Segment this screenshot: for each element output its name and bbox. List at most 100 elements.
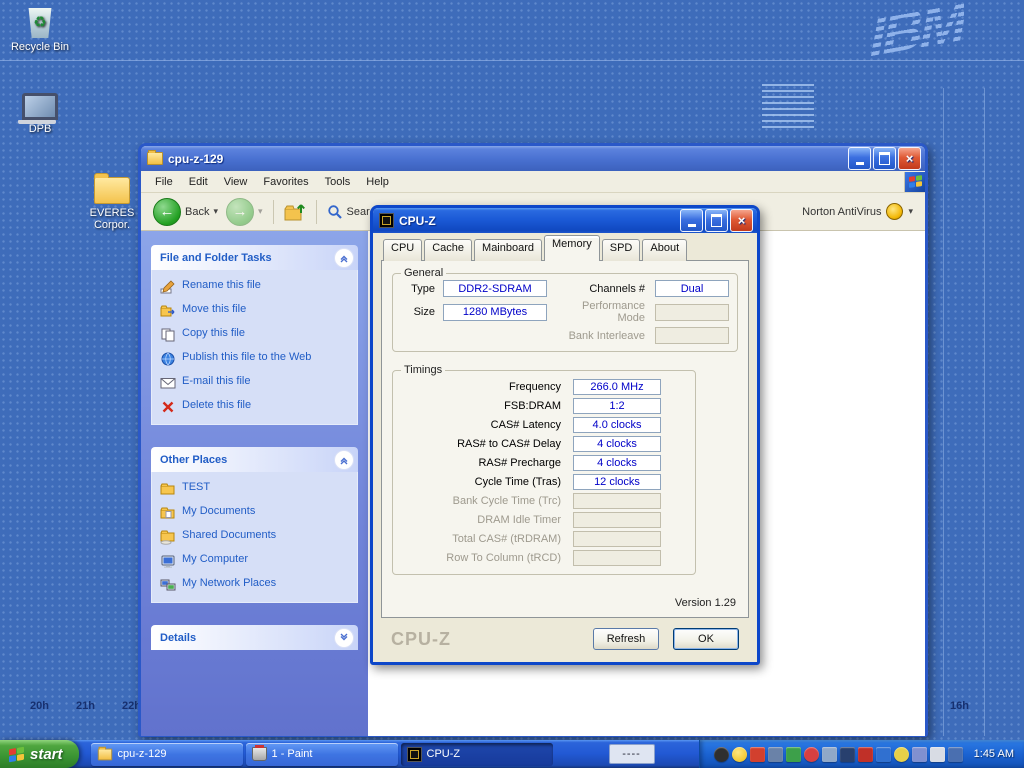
tray-icon-5[interactable] xyxy=(786,747,801,762)
panel-header-other-places[interactable]: Other Places xyxy=(151,447,358,472)
taskbar-button-cpu-z-129[interactable]: cpu-z-129 xyxy=(91,743,243,766)
tab-about[interactable]: About xyxy=(642,239,687,261)
delete-x-icon xyxy=(160,399,176,415)
copy-icon xyxy=(160,327,176,343)
up-button[interactable] xyxy=(280,201,310,223)
tray-icon-2[interactable] xyxy=(732,747,747,762)
maximize-button[interactable] xyxy=(873,147,896,170)
folder-icon xyxy=(94,177,130,204)
timing-label: RAS# Precharge xyxy=(401,457,573,469)
cpuz-titlebar[interactable]: CPU-Z × xyxy=(373,208,757,233)
size-value[interactable]: 1280 MBytes xyxy=(443,304,547,321)
task-publish-file[interactable]: Publish this file to the Web xyxy=(160,351,349,367)
task-label: Move this file xyxy=(182,303,246,316)
tray-icon-6[interactable] xyxy=(804,747,819,762)
menu-help[interactable]: Help xyxy=(358,173,397,191)
place-test[interactable]: TEST xyxy=(160,481,349,497)
task-rename-file[interactable]: Rename this file xyxy=(160,279,349,295)
explorer-titlebar[interactable]: cpu-z-129 × xyxy=(141,146,925,171)
tray-icon-14[interactable] xyxy=(948,747,963,762)
task-delete-file[interactable]: Delete this file xyxy=(160,399,349,415)
menu-edit[interactable]: Edit xyxy=(181,173,216,191)
tray-icon-13[interactable] xyxy=(930,747,945,762)
taskbar-clock[interactable]: 1:45 AM xyxy=(966,748,1014,760)
tray-icon-11[interactable] xyxy=(894,747,909,762)
cpuz-logo: CPU-Z xyxy=(391,629,451,650)
tray-icon-10[interactable] xyxy=(876,747,891,762)
panel-title: File and Folder Tasks xyxy=(160,252,272,264)
move-icon xyxy=(160,303,176,319)
refresh-button[interactable]: Refresh xyxy=(593,628,659,650)
task-email-file[interactable]: E-mail this file xyxy=(160,375,349,391)
forward-button[interactable]: → ▾ xyxy=(222,196,267,228)
timing-value xyxy=(573,550,661,566)
timing-value[interactable]: 4.0 clocks xyxy=(573,417,661,433)
tab-cache[interactable]: Cache xyxy=(424,239,472,261)
norton-antivirus-button[interactable]: Norton AntiVirus ▾ xyxy=(802,203,917,220)
timing-value[interactable]: 4 clocks xyxy=(573,436,661,452)
tab-mainboard[interactable]: Mainboard xyxy=(474,239,542,261)
timezone-label: 20h xyxy=(30,700,49,712)
tab-memory[interactable]: Memory xyxy=(544,235,600,261)
taskbar-button-paint[interactable]: 1 - Paint xyxy=(246,743,398,766)
minimize-button[interactable] xyxy=(848,147,871,170)
tray-icon-4[interactable] xyxy=(768,747,783,762)
tray-icon-3[interactable] xyxy=(750,747,765,762)
tray-icon-1[interactable] xyxy=(714,747,729,762)
desktop-icon-recycle-bin[interactable]: ♻ Recycle Bin xyxy=(1,4,79,53)
taskbar-mini-button[interactable]: ---- xyxy=(609,744,655,764)
timing-value[interactable]: 12 clocks xyxy=(573,474,661,490)
place-my-computer[interactable]: My Computer xyxy=(160,553,349,569)
menu-view[interactable]: View xyxy=(216,173,256,191)
details-panel: Details xyxy=(151,625,358,650)
place-label: My Network Places xyxy=(182,577,276,590)
timing-value[interactable]: 1:2 xyxy=(573,398,661,414)
menu-file[interactable]: File xyxy=(147,173,181,191)
type-label: Type xyxy=(401,283,437,295)
cpuz-footer: CPU-Z Refresh OK xyxy=(381,618,749,660)
channels-value[interactable]: Dual xyxy=(655,280,729,297)
tab-spd[interactable]: SPD xyxy=(602,239,641,261)
ok-button[interactable]: OK xyxy=(673,628,739,650)
windows-logo-icon xyxy=(904,172,925,192)
back-icon: ← xyxy=(153,198,181,226)
network-icon xyxy=(160,577,176,593)
maximize-button[interactable] xyxy=(705,209,728,232)
task-move-file[interactable]: Move this file xyxy=(160,303,349,319)
close-button[interactable]: × xyxy=(898,147,921,170)
panel-header-details[interactable]: Details xyxy=(151,625,358,650)
tray-icon-8[interactable] xyxy=(840,747,855,762)
laptop-icon xyxy=(22,93,58,120)
start-button[interactable]: start xyxy=(0,740,79,768)
tab-cpu[interactable]: CPU xyxy=(383,239,422,261)
tray-icon-12[interactable] xyxy=(912,747,927,762)
shared-folder-icon xyxy=(160,529,176,545)
desktop-icon-dpb[interactable]: DPB xyxy=(1,86,79,135)
timing-label: Bank Cycle Time (Trc) xyxy=(401,495,573,507)
timing-value xyxy=(573,531,661,547)
menu-favorites[interactable]: Favorites xyxy=(255,173,316,191)
task-copy-file[interactable]: Copy this file xyxy=(160,327,349,343)
timing-value[interactable]: 4 clocks xyxy=(573,455,661,471)
folder-icon xyxy=(147,152,163,165)
place-my-network-places[interactable]: My Network Places xyxy=(160,577,349,593)
timing-value[interactable]: 266.0 MHz xyxy=(573,379,661,395)
taskbar-button-cpuz[interactable]: CPU-Z xyxy=(401,743,553,766)
chevron-down-icon: ▾ xyxy=(258,206,263,217)
rename-icon xyxy=(160,279,176,295)
computer-icon xyxy=(160,553,176,569)
close-button[interactable]: × xyxy=(730,209,753,232)
menu-tools[interactable]: Tools xyxy=(317,173,359,191)
place-my-documents[interactable]: My Documents xyxy=(160,505,349,521)
folder-icon xyxy=(97,748,111,760)
place-shared-documents[interactable]: Shared Documents xyxy=(160,529,349,545)
type-value[interactable]: DDR2-SDRAM xyxy=(443,280,547,297)
task-label: E-mail this file xyxy=(182,375,250,388)
panel-header-file-tasks[interactable]: File and Folder Tasks xyxy=(151,245,358,270)
minimize-button[interactable] xyxy=(680,209,703,232)
tray-icon-7[interactable] xyxy=(822,747,837,762)
back-button[interactable]: ← Back ▾ xyxy=(149,196,222,228)
tray-icon-9[interactable] xyxy=(858,747,873,762)
forward-icon: → xyxy=(226,198,254,226)
cpu-chip-icon xyxy=(407,747,422,762)
